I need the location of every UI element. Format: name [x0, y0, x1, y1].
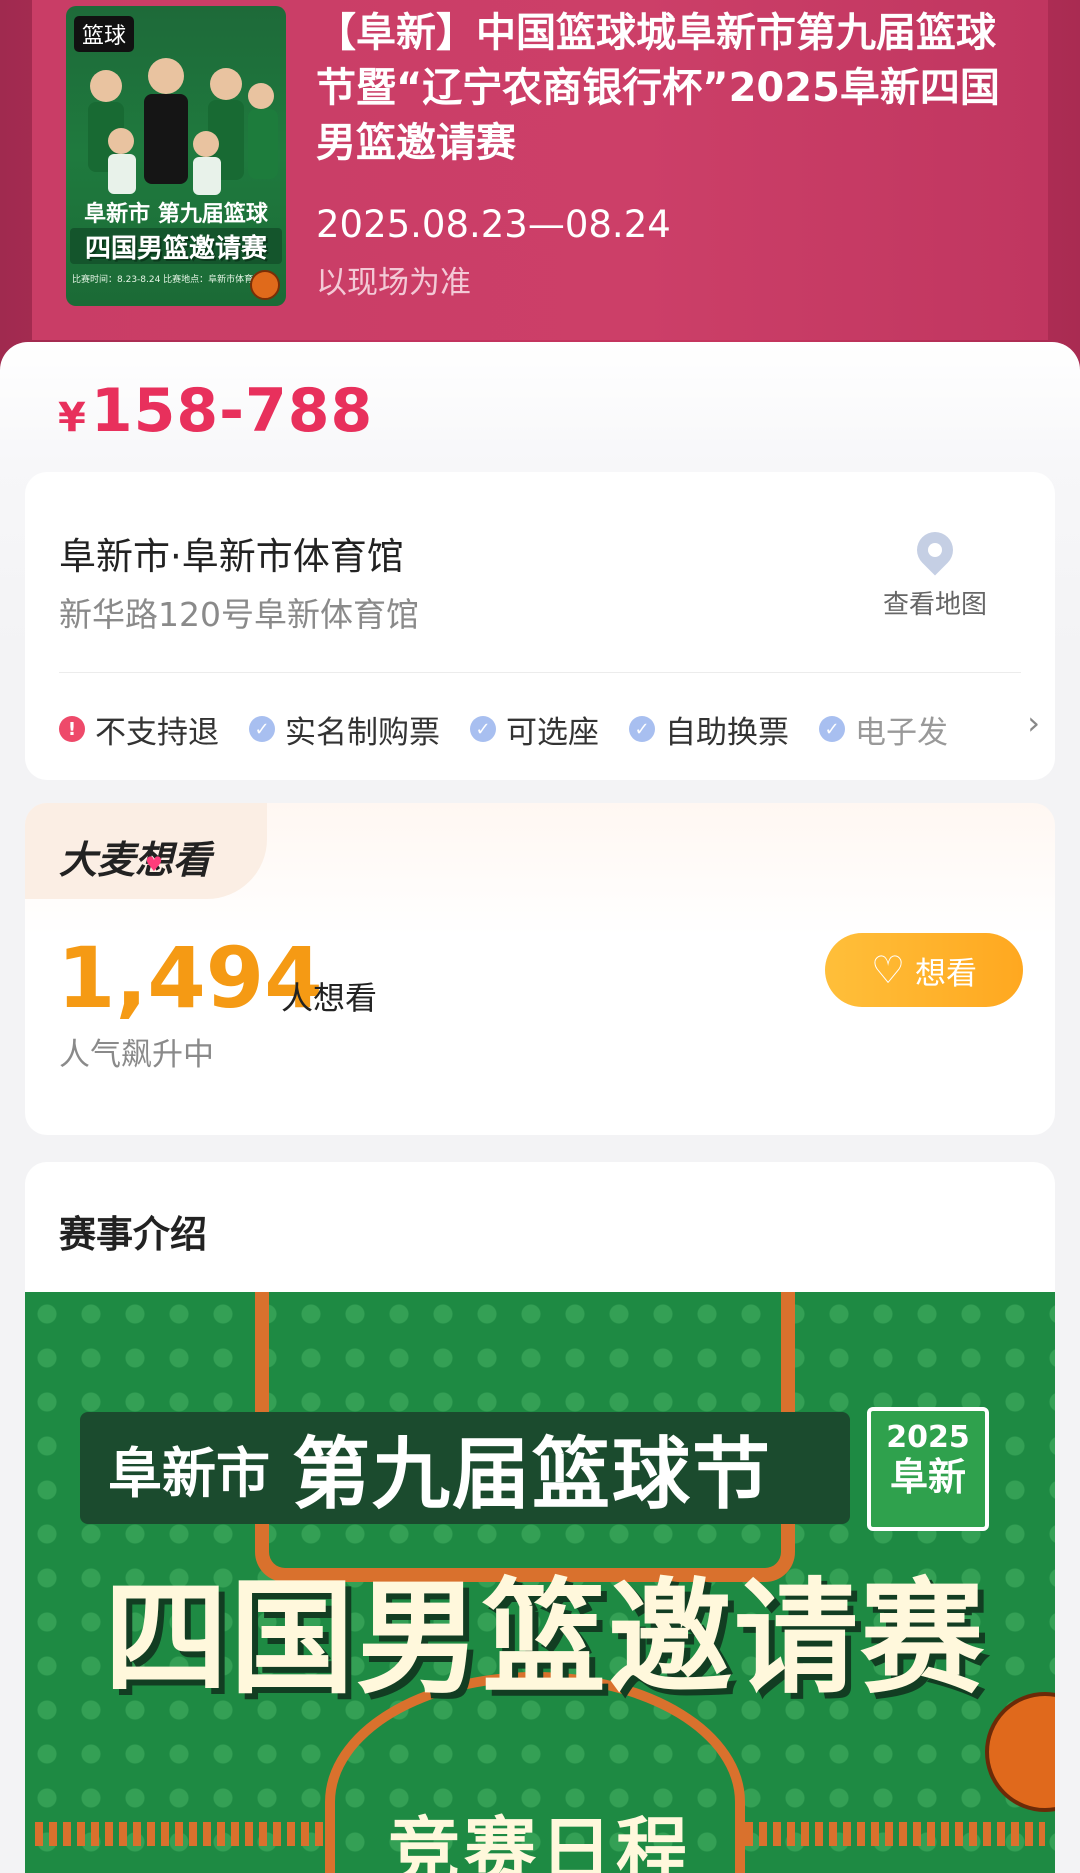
banner-festival-bar: 阜新市 第九届篮球节 [80, 1412, 850, 1524]
price-value: 158-788 [90, 376, 374, 446]
banner-badge-city: 阜新 [889, 1455, 966, 1499]
banner-headline: 四国男篮邀请赛 [103, 1567, 986, 1711]
feature-seat-selection: ✓ 可选座 [470, 707, 599, 752]
location-pin-icon [909, 524, 961, 576]
chevron-right-icon[interactable]: › [1027, 704, 1040, 742]
heart-plus-icon: ♡ [870, 948, 906, 992]
banner-badge: 2025 阜新 [867, 1407, 989, 1531]
event-title: 【阜新】中国篮球城阜新市第九届篮球节暨“辽宁农商银行杯”2025阜新四国男篮邀请… [316, 10, 1000, 166]
venue-name: 阜新市·阜新市体育馆 [59, 535, 404, 578]
intro-banner-image: 阜新市 第九届篮球节 2025 阜新 四国男篮邀请赛 竞赛日程 [25, 1292, 1055, 1873]
check-icon: ✓ [819, 716, 845, 742]
banner-badge-year: 2025 [886, 1420, 970, 1455]
event-date-note: 以现场为准 [316, 265, 471, 301]
banner-city: 阜新市 [108, 1441, 270, 1505]
check-icon: ✓ [249, 716, 275, 742]
feature-label: 不支持退 [95, 714, 219, 751]
want-count-unit: 人想看 [281, 979, 378, 1017]
price-range: ¥158-788 [58, 376, 373, 446]
heart-icon: ♥ [145, 852, 163, 876]
view-map-button[interactable]: 查看地图 [875, 524, 995, 621]
feature-label: 可选座 [506, 714, 599, 751]
want-brand-label: 大麦想 ♥ 看 [59, 829, 211, 884]
want-to-see-button[interactable]: ♡ 想看 [825, 933, 1023, 1007]
basketball-icon [250, 270, 280, 300]
venue-address: 新华路120号阜新体育馆 [59, 595, 419, 634]
poster-title-line2: 四国男篮邀请赛 [70, 228, 282, 264]
check-icon: ✓ [629, 716, 655, 742]
check-icon: ✓ [470, 716, 496, 742]
want-brand-text: 大麦想 ♥ 看 [59, 838, 212, 882]
banner-subhead: 竞赛日程 [387, 1809, 692, 1873]
ticket-features[interactable]: ! 不支持退 ✓ 实名制购票 ✓ 可选座 ✓ 自助换票 ✓ 电子发 [59, 704, 1039, 754]
event-date: 2025.08.23—08.24 [316, 203, 671, 246]
event-intro-card: 赛事介绍 阜新市 第九届篮球节 2025 阜新 四国男篮邀请赛 竞赛日程 [25, 1162, 1055, 1873]
want-brand-accent: 想 ♥ [135, 838, 174, 882]
want-button-label: 想看 [915, 955, 978, 992]
feature-label: 自助换票 [665, 714, 789, 751]
event-header: 篮球 阜新市 第九届篮球节 四国男篮邀请赛 比赛时间：8.23-8.24 比赛地… [0, 0, 1080, 380]
feature-no-refund: ! 不支持退 [59, 707, 219, 752]
event-poster[interactable]: 篮球 阜新市 第九届篮球节 四国男篮邀请赛 比赛时间：8.23-8.24 比赛地… [66, 6, 286, 306]
currency-symbol: ¥ [58, 395, 87, 441]
want-to-see-card: 大麦想 ♥ 看 1,494 人想看 人气飙升中 ♡ 想看 [25, 803, 1055, 1135]
feature-label: 电子发 [855, 714, 948, 751]
feature-label: 实名制购票 [285, 714, 440, 751]
view-map-label: 查看地图 [882, 590, 987, 620]
feature-self-exchange: ✓ 自助换票 [629, 707, 789, 752]
poster-players-image [88, 58, 278, 195]
venue-divider [59, 672, 1021, 673]
banner-festival: 第九届篮球节 [292, 1430, 773, 1520]
feature-e-ticket: ✓ 电子发 [819, 707, 948, 752]
detail-sheet: ¥158-788 阜新市·阜新市体育馆 新华路120号阜新体育馆 查看地图 ! … [0, 342, 1080, 1873]
popularity-trend: 人气飙升中 [59, 1037, 214, 1073]
poster-footer: 比赛时间：8.23-8.24 比赛地点：阜新市体育馆 [72, 275, 263, 285]
poster-title-line1: 阜新市 第九届篮球节 [84, 202, 268, 259]
warning-icon: ! [59, 716, 85, 742]
feature-real-name: ✓ 实名制购票 [249, 707, 440, 752]
intro-title: 赛事介绍 [59, 1213, 207, 1256]
